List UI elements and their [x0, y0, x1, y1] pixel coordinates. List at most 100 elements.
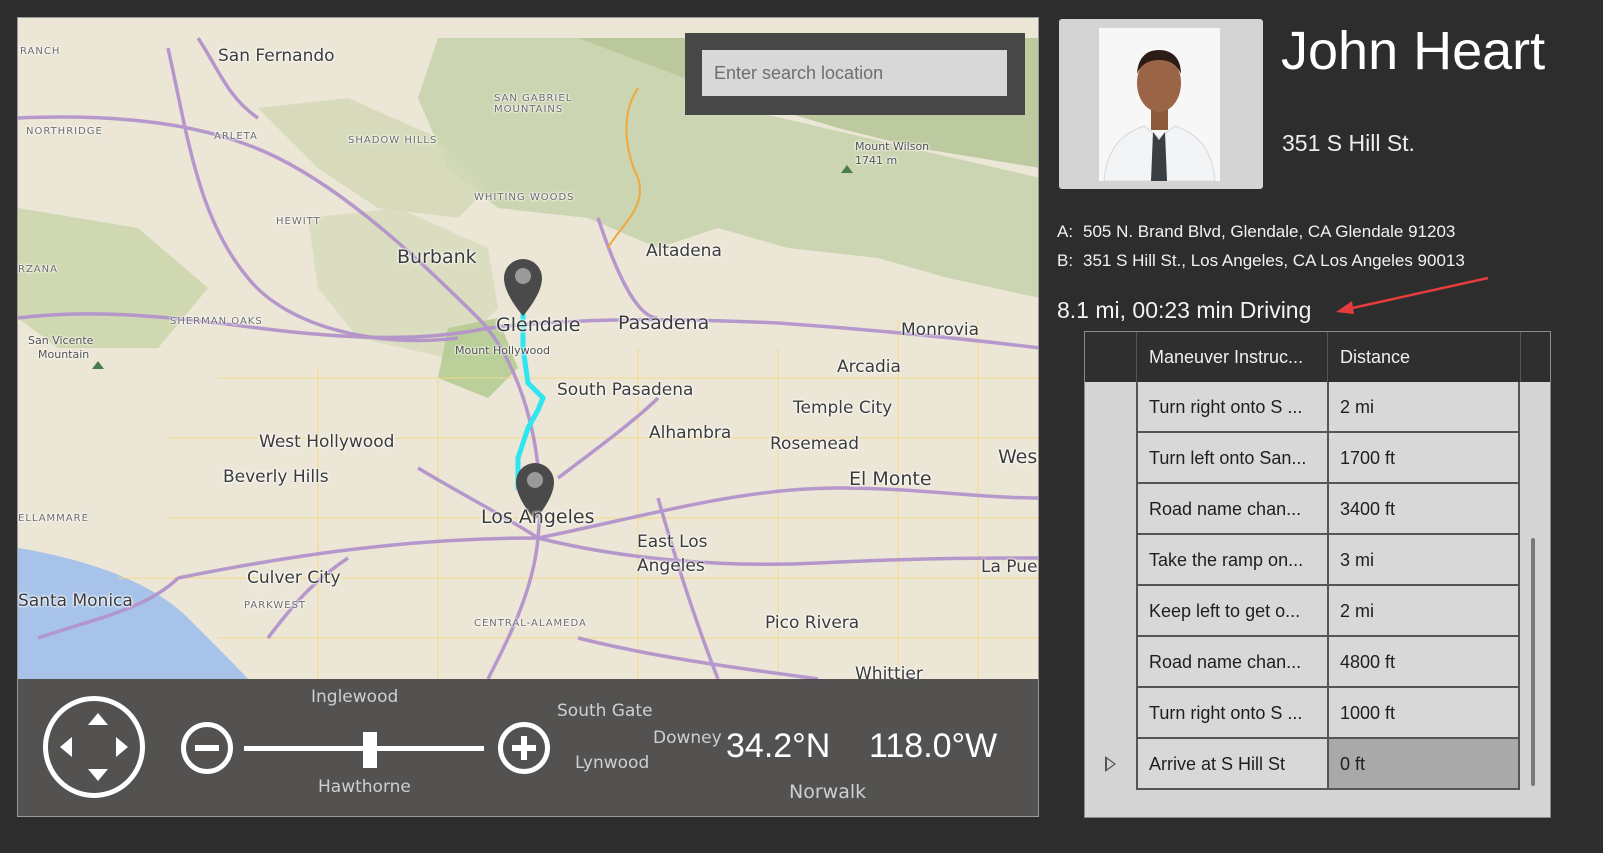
- maneuver-cell[interactable]: Turn left onto San...: [1136, 433, 1327, 484]
- table-row[interactable]: Turn right onto S ... 2 mi: [1136, 382, 1520, 433]
- map-label-temple-city: Temple City: [793, 398, 893, 418]
- map-label-la-pue: La Pue: [981, 557, 1038, 577]
- map-label-monrovia: Monrovia: [901, 320, 980, 340]
- distance-cell[interactable]: 4800 ft: [1327, 637, 1520, 688]
- person-portrait-icon: [1099, 28, 1220, 181]
- map-label-mount-wilson-2: 1741 m: [855, 154, 898, 167]
- contact-name: John Heart: [1281, 21, 1546, 81]
- distance-cell[interactable]: 3 mi: [1327, 535, 1520, 586]
- map-label-alhambra: Alhambra: [649, 423, 732, 443]
- maneuver-cell[interactable]: Take the ramp on...: [1136, 535, 1327, 586]
- map-label-downey: Downey: [653, 728, 722, 748]
- pan-down-icon[interactable]: [88, 769, 108, 781]
- table-row[interactable]: Keep left to get o... 2 mi: [1136, 586, 1520, 637]
- zoom-out-button[interactable]: [181, 722, 233, 774]
- map-label-santa-monica: Santa Monica: [18, 591, 133, 611]
- pan-left-icon[interactable]: [60, 737, 72, 757]
- map-label-san-gabriel-1: SAN GABRIEL: [494, 93, 573, 104]
- map-label-rosemead: Rosemead: [770, 434, 859, 454]
- map-label-el-monte: El Monte: [849, 468, 932, 490]
- map-label-central-alameda: CENTRAL-ALAMEDA: [474, 618, 587, 629]
- map-label-san-gabriel-2: MOUNTAINS: [494, 104, 564, 115]
- search-panel: [685, 33, 1025, 115]
- route-point-b: B: 351 S Hill St., Los Angeles, CA Los An…: [1057, 251, 1465, 271]
- maneuver-cell[interactable]: Arrive at S Hill St: [1136, 739, 1327, 790]
- row-indicator-column: [1085, 382, 1136, 817]
- route-point-b-key: B:: [1057, 251, 1074, 270]
- map-label-shadow-hills: SHADOW HILLS: [348, 135, 438, 146]
- distance-cell[interactable]: 3400 ft: [1327, 484, 1520, 535]
- map-label-arcadia: Arcadia: [837, 357, 901, 377]
- table-row[interactable]: Take the ramp on... 3 mi: [1136, 535, 1520, 586]
- map-label-pasadena: Pasadena: [618, 312, 710, 334]
- zoom-slider-thumb[interactable]: [363, 732, 377, 768]
- latitude-readout: 34.2°N: [726, 727, 831, 765]
- maneuver-cell[interactable]: Keep left to get o...: [1136, 586, 1327, 637]
- map-label-hewitt: HEWITT: [276, 216, 321, 227]
- maneuver-cell[interactable]: Turn right onto S ...: [1136, 382, 1327, 433]
- start-pin-icon[interactable]: [504, 259, 542, 316]
- map-label-mount-hollywood: Mount Hollywood: [455, 344, 551, 357]
- map-label-whiting-woods: WHITING WOODS: [474, 192, 575, 203]
- grid-header: Maneuver Instruc... Distance: [1085, 332, 1550, 382]
- contact-photo: [1099, 28, 1220, 181]
- distance-cell[interactable]: 1000 ft: [1327, 688, 1520, 739]
- distance-cell[interactable]: 2 mi: [1327, 382, 1520, 433]
- map-label-ranch: RANCH: [20, 46, 61, 57]
- map-navigation-bar: Inglewood South Gate Downey Lynwood Hawt…: [18, 679, 1038, 816]
- minus-icon: [195, 745, 219, 751]
- map-label-san-fernando: San Fernando: [218, 46, 335, 66]
- map-label-northridge: NORTHRIDGE: [26, 126, 103, 137]
- map-label-mount-wilson-1: Mount Wilson: [855, 140, 930, 153]
- column-header-distance[interactable]: Distance: [1327, 332, 1520, 382]
- current-row-indicator-icon: [1105, 756, 1116, 772]
- maneuver-cell[interactable]: Road name chan...: [1136, 484, 1327, 535]
- grid-scrollbar-thumb[interactable]: [1531, 538, 1535, 786]
- route-point-a-key: A:: [1057, 222, 1074, 241]
- table-row[interactable]: Turn right onto S ... 1000 ft: [1136, 688, 1520, 739]
- map-label-glendale: Glendale: [496, 314, 581, 336]
- map-label-lynwood: Lynwood: [575, 753, 650, 773]
- column-header-filler: [1520, 332, 1550, 382]
- contact-address: 351 S Hill St.: [1282, 130, 1415, 156]
- map-label-south-gate: South Gate: [557, 701, 653, 721]
- map-label-culver-city: Culver City: [247, 568, 341, 588]
- map-label-burbank: Burbank: [397, 246, 477, 268]
- zoom-in-button[interactable]: [498, 722, 550, 774]
- map-label-ellammare: ELLAMMARE: [18, 513, 89, 524]
- pan-up-icon[interactable]: [88, 713, 108, 725]
- map-label-pico-rivera: Pico Rivera: [765, 613, 860, 633]
- pan-control[interactable]: [43, 696, 145, 798]
- map-label-beverly-hills: Beverly Hills: [223, 467, 329, 487]
- longitude-readout: 118.0°W: [869, 727, 998, 765]
- map-label-los-angeles: Los Angeles: [481, 506, 595, 528]
- distance-cell[interactable]: 1700 ft: [1327, 433, 1520, 484]
- grid-scrollbar[interactable]: [1520, 382, 1550, 817]
- map-label-rzana: RZANA: [18, 264, 58, 275]
- table-row[interactable]: Road name chan... 3400 ft: [1136, 484, 1520, 535]
- table-row-selected[interactable]: Arrive at S Hill St 0 ft: [1136, 739, 1520, 790]
- maneuver-grid[interactable]: Maneuver Instruc... Distance Turn right …: [1084, 331, 1551, 818]
- map-label-east-los-2: Angeles: [637, 556, 705, 576]
- distance-cell[interactable]: 0 ft: [1327, 739, 1520, 790]
- map-label-san-vicente-2: Mountain: [38, 348, 90, 361]
- route-summary: 8.1 mi, 00:23 min Driving: [1057, 297, 1312, 323]
- search-input[interactable]: [702, 50, 1007, 96]
- table-row[interactable]: Turn left onto San... 1700 ft: [1136, 433, 1520, 484]
- map-label-east-los-1: East Los: [637, 532, 708, 552]
- route-point-a-value: 505 N. Brand Blvd, Glendale, CA Glendale…: [1083, 222, 1456, 241]
- table-row[interactable]: Road name chan... 4800 ft: [1136, 637, 1520, 688]
- map-label-south-pasadena: South Pasadena: [557, 380, 694, 400]
- column-header-maneuver[interactable]: Maneuver Instruc...: [1136, 332, 1327, 382]
- maneuver-cell[interactable]: Turn right onto S ...: [1136, 688, 1327, 739]
- pan-right-icon[interactable]: [116, 737, 128, 757]
- map-label-altadena: Altadena: [646, 241, 722, 261]
- distance-cell[interactable]: 2 mi: [1327, 586, 1520, 637]
- map-label-west-hollywood: West Hollywood: [259, 432, 395, 452]
- route-point-b-value: 351 S Hill St., Los Angeles, CA Los Ange…: [1083, 251, 1465, 270]
- map-label-wes: Wes: [998, 446, 1038, 468]
- map-view[interactable]: San Fernando RANCH NORTHRIDGE ARLETA SHA…: [17, 17, 1039, 817]
- map-label-sherman-oaks: SHERMAN OAKS: [170, 316, 263, 327]
- map-label-arleta: ARLETA: [214, 131, 258, 142]
- maneuver-cell[interactable]: Road name chan...: [1136, 637, 1327, 688]
